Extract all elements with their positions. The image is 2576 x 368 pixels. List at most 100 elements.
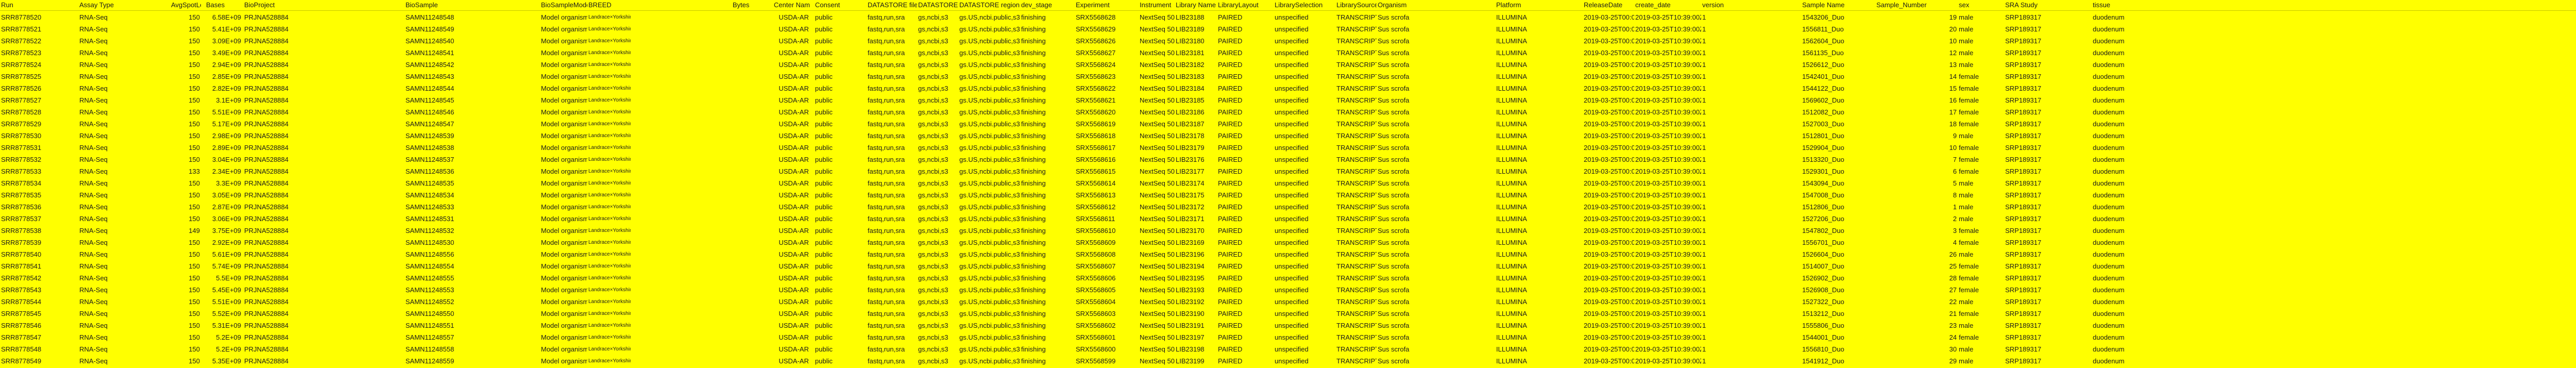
cell-bioproject[interactable]: PRJNA528884 [243,261,304,272]
cell-biosamplemodel[interactable]: Model organism or animal [540,321,587,331]
cell-breed[interactable]: Landrace×Yorkshire [587,202,631,212]
cell-experiment[interactable]: SRX5568619 [1075,119,1138,129]
cell-liblayout[interactable]: PAIRED [1217,321,1274,331]
cell-center[interactable]: USDA-AR [773,48,810,58]
cell-platform[interactable]: ILLUMINA [1495,356,1567,366]
cell-datastore_prov[interactable]: gs,ncbi,s3 [917,107,958,118]
cell-dev_stage[interactable]: finishing [1020,12,1062,23]
cell-sra[interactable]: SRP189317 [2004,83,2071,94]
cell-assay[interactable]: RNA-Seq [78,261,135,272]
cell-bytes[interactable] [732,155,773,165]
cell-tissue[interactable]: duodenum [2092,83,2154,94]
cell-biosamplemodel[interactable]: Model organism or animal [540,131,587,141]
cell-libsrc[interactable]: TRANSCRIPTOMIC [1335,238,1377,248]
cell-bases[interactable]: 6.58E+09 [205,12,242,23]
cell-instrument[interactable]: NextSeq 500 [1139,72,1175,82]
cell-bytes[interactable] [732,190,773,200]
cell-platform[interactable]: ILLUMINA [1495,143,1567,153]
cell-datastore_reg[interactable]: gs.US,ncbi.public,s3.us-east-1 [958,83,1020,94]
cell-biosample[interactable]: SAMN11248540 [404,36,471,46]
cell-biosample[interactable]: SAMN11248537 [404,155,471,165]
cell-create[interactable]: 2019-03-25T10:39:00Z [1634,36,1701,46]
cell-biosamplemodel[interactable]: Model organism or animal [540,95,587,106]
cell-datastore_reg[interactable]: gs.US,ncbi.public,s3.us-east-1 [958,214,1020,224]
cell-center[interactable]: USDA-AR [773,60,810,70]
cell-avgspot[interactable]: 150 [170,24,201,35]
cell-samplenum[interactable]: 2 [1875,214,1958,224]
cell-sex[interactable]: male [1958,321,2009,331]
cell-libsel[interactable]: unspecified [1274,214,1335,224]
cell-consent[interactable]: public [814,356,863,366]
cell-avgspot[interactable]: 150 [170,285,201,295]
cell-organism[interactable]: Sus scrofa [1377,48,1418,58]
cell-bioproject[interactable]: PRJNA528884 [243,143,304,153]
cell-dev_stage[interactable]: finishing [1020,48,1062,58]
cell-liblayout[interactable]: PAIRED [1217,249,1274,260]
cell-release[interactable]: 2019-03-25T00:00:00Z [1583,332,1634,343]
cell-breed[interactable]: Landrace×Yorkshire [587,226,631,236]
cell-run[interactable]: SRR8778534 [0,178,77,189]
cell-release[interactable]: 2019-03-25T00:00:00Z [1583,309,1634,319]
cell-dev_stage[interactable]: finishing [1020,178,1062,189]
cell-biosamplemodel[interactable]: Model organism or animal [540,273,587,283]
cell-libsrc[interactable]: TRANSCRIPTOMIC [1335,36,1377,46]
cell-datastore_ft[interactable]: fastq,run,sra [867,36,917,46]
cell-create[interactable]: 2019-03-25T10:39:00Z [1634,214,1701,224]
cell-libsel[interactable]: unspecified [1274,273,1335,283]
cell-experiment[interactable]: SRX5568605 [1075,285,1138,295]
cell-organism[interactable]: Sus scrofa [1377,356,1418,366]
cell-platform[interactable]: ILLUMINA [1495,214,1567,224]
cell-organism[interactable]: Sus scrofa [1377,285,1418,295]
cell-sex[interactable]: male [1958,178,2009,189]
cell-breed[interactable]: Landrace×Yorkshire [587,309,631,319]
cell-create[interactable]: 2019-03-25T10:39:00Z [1634,261,1701,272]
cell-bases[interactable]: 2.87E+09 [205,202,242,212]
column-header-experiment[interactable]: Experiment [1075,0,1138,10]
cell-release[interactable]: 2019-03-25T00:00:00Z [1583,297,1634,307]
cell-biosample[interactable]: SAMN11248546 [404,107,471,118]
cell-tissue[interactable]: duodenum [2092,249,2154,260]
cell-biosamplemodel[interactable]: Model organism or animal [540,107,587,118]
cell-datastore_reg[interactable]: gs.US,ncbi.public,s3.us-east-1 [958,12,1020,23]
cell-tissue[interactable]: duodenum [2092,273,2154,283]
cell-avgspot[interactable]: 150 [170,143,201,153]
cell-create[interactable]: 2019-03-25T10:39:00Z [1634,107,1701,118]
cell-samplename[interactable]: 1512806_Duo [1801,202,1873,212]
cell-platform[interactable]: ILLUMINA [1495,249,1567,260]
cell-samplename[interactable]: 1513212_Duo [1801,309,1873,319]
column-header-sex[interactable]: sex [1958,0,2009,10]
cell-dev_stage[interactable]: finishing [1020,60,1062,70]
cell-biosample[interactable]: SAMN11248555 [404,273,471,283]
cell-biosample[interactable]: SAMN11248557 [404,332,471,343]
cell-tissue[interactable]: duodenum [2092,309,2154,319]
cell-experiment[interactable]: SRX5568601 [1075,332,1138,343]
cell-datastore_ft[interactable]: fastq,run,sra [867,261,917,272]
cell-assay[interactable]: RNA-Seq [78,24,135,35]
cell-version[interactable]: 1 [1701,178,1777,189]
cell-run[interactable]: SRR8778529 [0,119,77,129]
cell-avgspot[interactable]: 150 [170,249,201,260]
cell-datastore_ft[interactable]: fastq,run,sra [867,72,917,82]
cell-libname[interactable]: LIB23180 [1175,36,1217,46]
cell-version[interactable]: 1 [1701,309,1777,319]
cell-datastore_ft[interactable]: fastq,run,sra [867,24,917,35]
cell-platform[interactable]: ILLUMINA [1495,332,1567,343]
cell-breed[interactable]: Landrace×Yorkshire [587,12,631,23]
cell-avgspot[interactable]: 150 [170,12,201,23]
cell-create[interactable]: 2019-03-25T10:39:00Z [1634,143,1701,153]
cell-libsrc[interactable]: TRANSCRIPTOMIC [1335,190,1377,200]
cell-version[interactable]: 1 [1701,190,1777,200]
cell-experiment[interactable]: SRX5568602 [1075,321,1138,331]
cell-breed[interactable]: Landrace×Yorkshire [587,119,631,129]
cell-experiment[interactable]: SRX5568628 [1075,12,1138,23]
cell-organism[interactable]: Sus scrofa [1377,297,1418,307]
cell-center[interactable]: USDA-AR [773,214,810,224]
column-header-create[interactable]: create_date [1634,0,1701,10]
cell-center[interactable]: USDA-AR [773,285,810,295]
cell-create[interactable]: 2019-03-25T10:39:00Z [1634,273,1701,283]
cell-bytes[interactable] [732,131,773,141]
cell-organism[interactable]: Sus scrofa [1377,190,1418,200]
cell-datastore_ft[interactable]: fastq,run,sra [867,95,917,106]
column-header-datastore_reg[interactable]: DATASTORE region [958,0,1020,10]
cell-release[interactable]: 2019-03-25T00:00:00Z [1583,143,1634,153]
